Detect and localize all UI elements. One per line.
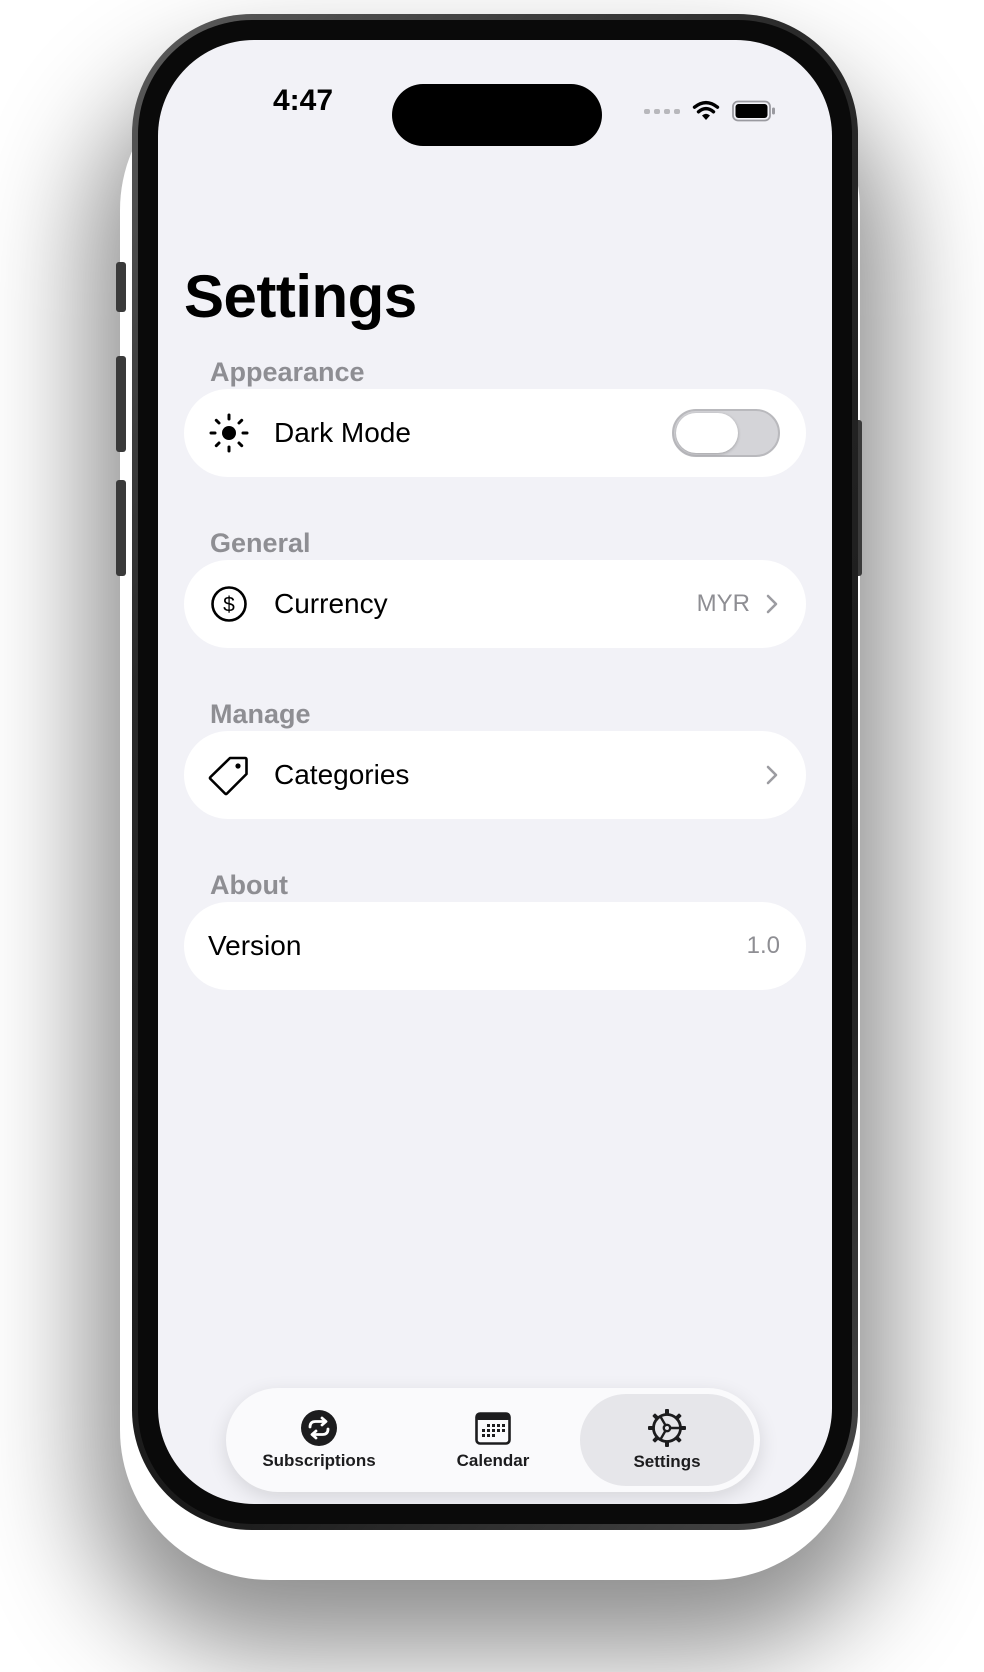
section-header-about: About (210, 870, 288, 900)
tab-label: Calendar (456, 1451, 530, 1470)
dark-mode-row: Dark Mode (184, 389, 806, 477)
tab-settings[interactable]: Settings (580, 1394, 754, 1486)
battery-icon (732, 100, 775, 122)
tab-calendar[interactable]: Calendar (406, 1394, 580, 1486)
categories-row[interactable]: Categories (184, 731, 806, 819)
sun-icon (208, 412, 250, 454)
status-time: 4:47 (272, 84, 334, 117)
wifi-icon (692, 100, 720, 120)
version-row: Version 1.0 (184, 902, 806, 990)
phone-frame: 4:47 Settings Appearance Dark Mode Gener… (132, 14, 858, 1530)
toggle-knob (676, 413, 738, 453)
section-header-general: General (210, 528, 311, 558)
dollar-circle-icon: $ (208, 583, 250, 625)
status-icons (644, 100, 776, 122)
tab-label: Settings (633, 1452, 701, 1471)
dark-mode-label: Dark Mode (274, 417, 411, 448)
currency-value: MYR (696, 590, 750, 617)
tab-label: Subscriptions (262, 1451, 376, 1470)
dark-mode-toggle[interactable] (672, 409, 780, 457)
phone-bezel: 4:47 Settings Appearance Dark Mode Gener… (138, 20, 852, 1524)
currency-row[interactable]: $ Currency MYR (184, 560, 806, 648)
action-button (116, 262, 126, 312)
section-header-appearance: Appearance (210, 357, 365, 387)
categories-label: Categories (274, 759, 410, 790)
gear-icon (648, 1409, 686, 1447)
tab-subscriptions[interactable]: Subscriptions (232, 1394, 406, 1486)
chevron-right-icon (764, 763, 780, 787)
device-stage: 4:47 Settings Appearance Dark Mode Gener… (0, 0, 984, 1672)
screen: 4:47 Settings Appearance Dark Mode Gener… (158, 40, 832, 1504)
page-title: Settings (184, 263, 417, 330)
version-label: Version (208, 930, 302, 961)
dynamic-island (392, 84, 602, 146)
chevron-right-icon (764, 592, 780, 616)
calendar-icon (475, 1412, 511, 1445)
version-value: 1.0 (746, 932, 780, 959)
tab-bar: Subscriptions Calendar Settings (226, 1388, 760, 1492)
svg-text:$: $ (223, 594, 235, 617)
section-header-manage: Manage (210, 699, 311, 729)
repeat-circle-icon (301, 1410, 337, 1446)
tag-icon (208, 754, 250, 796)
currency-label: Currency (274, 588, 388, 619)
volume-up-button (116, 356, 126, 452)
cellular-signal-icon (644, 108, 680, 114)
volume-down-button (116, 480, 126, 576)
